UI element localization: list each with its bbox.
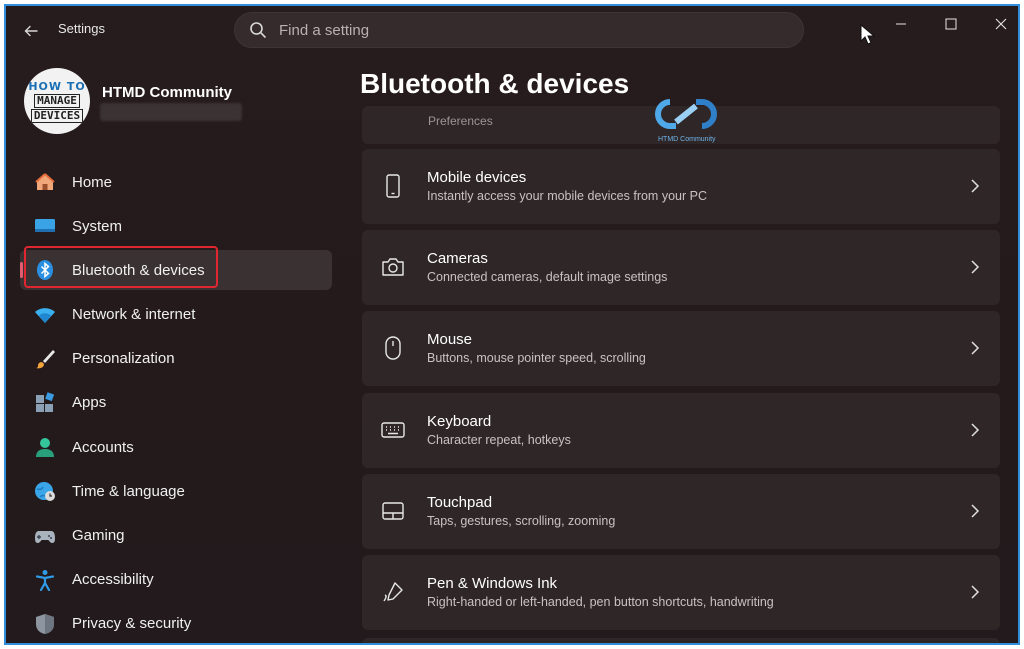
card-mobile-devices[interactable]: Mobile devices Instantly access your mob…	[362, 149, 1000, 224]
back-arrow-icon	[24, 25, 38, 37]
sidebar-item-label: Privacy & security	[72, 615, 192, 633]
chevron-right-icon	[971, 423, 980, 437]
settings-window: Settings HOW TO MANAGE DEVICES HTMD Comm…	[6, 6, 1018, 643]
sidebar-item-system[interactable]: System	[20, 206, 332, 246]
home-icon	[34, 171, 56, 193]
pen-icon	[380, 579, 406, 605]
brush-icon	[34, 348, 56, 370]
maximize-button[interactable]	[928, 10, 974, 38]
card-title: Keyboard	[427, 412, 492, 430]
person-icon	[34, 436, 56, 458]
avatar-logo-line: MANAGE	[34, 93, 80, 108]
mouse-cursor-icon	[860, 24, 876, 45]
sidebar-item-label: Network & internet	[72, 306, 196, 324]
htmd-logo-icon	[655, 99, 717, 129]
card-subtitle: Character repeat, hotkeys	[427, 432, 571, 447]
card-keyboard[interactable]: Keyboard Character repeat, hotkeys	[362, 392, 1000, 468]
sidebar-item-label: Accounts	[72, 438, 134, 456]
search-box[interactable]	[234, 12, 804, 48]
sidebar-item-label: Home	[72, 173, 113, 191]
sidebar-item-gaming[interactable]: Gaming	[20, 516, 332, 556]
apps-icon	[34, 392, 56, 414]
sidebar-item-time-language[interactable]: Time & language	[20, 471, 332, 511]
card-title: Touchpad	[427, 493, 493, 511]
chevron-right-icon	[971, 504, 980, 518]
device-category-list: Mobile devices Instantly access your mob…	[362, 149, 1000, 636]
search-input[interactable]	[279, 21, 759, 39]
avatar-logo-line: HOW TO	[28, 79, 86, 93]
chevron-right-icon	[971, 341, 980, 355]
monitor-icon	[34, 215, 56, 237]
profile-name: HTMD Community	[102, 84, 232, 101]
screenshot-frame: Settings HOW TO MANAGE DEVICES HTMD Comm…	[4, 4, 1020, 645]
sidebar-item-label: Accessibility	[72, 571, 154, 589]
close-button[interactable]	[978, 10, 1018, 38]
camera-icon	[380, 254, 406, 280]
card-title: Pen & Windows Ink	[427, 574, 558, 592]
sidebar-item-home[interactable]: Home	[20, 162, 332, 202]
globe-clock-icon	[34, 480, 56, 502]
maximize-icon	[945, 18, 957, 30]
sidebar-item-apps[interactable]: Apps	[20, 383, 332, 423]
mouse-icon	[380, 335, 406, 361]
avatar[interactable]: HOW TO MANAGE DEVICES	[24, 68, 90, 134]
card-subtitle: Instantly access your mobile devices fro…	[427, 189, 707, 203]
title-bar: Settings	[6, 6, 1018, 54]
sidebar-item-label: Apps	[72, 394, 107, 412]
minimize-button[interactable]	[878, 10, 924, 38]
card-subtitle: Connected cameras, default image setting…	[427, 270, 668, 285]
chevron-right-icon	[971, 179, 980, 193]
card-title: Mouse	[427, 331, 473, 349]
gamepad-icon	[34, 525, 56, 547]
card-pen-windows-ink[interactable]: Pen & Windows Ink Right-handed or left-h…	[362, 554, 1000, 630]
card-mouse[interactable]: Mouse Buttons, mouse pointer speed, scro…	[362, 311, 1000, 387]
sidebar-item-label: Time & language	[72, 482, 185, 500]
card-subtitle: Right-handed or left-handed, pen button …	[427, 594, 774, 609]
next-card-partial[interactable]	[362, 638, 1000, 643]
touchpad-icon	[380, 498, 406, 524]
wifi-icon	[34, 304, 56, 326]
card-title: Cameras	[427, 250, 488, 268]
sidebar-item-accounts[interactable]: Accounts	[20, 427, 332, 467]
shield-icon	[34, 613, 56, 635]
close-icon	[995, 18, 1007, 30]
htmd-watermark: HTMD Community	[654, 94, 726, 146]
chevron-right-icon	[971, 585, 980, 599]
watermark-text: HTMD Community	[658, 136, 716, 143]
sidebar-item-label: Bluetooth & devices	[72, 261, 205, 279]
card-title: Mobile devices	[427, 169, 527, 186]
sidebar-item-privacy-security[interactable]: Privacy & security	[20, 604, 332, 643]
card-subtitle: Taps, gestures, scrolling, zooming	[427, 513, 616, 528]
card-subtitle: Buttons, mouse pointer speed, scrolling	[427, 351, 646, 366]
profile-email-redacted	[100, 103, 242, 121]
card-touchpad[interactable]: Touchpad Taps, gestures, scrolling, zoom…	[362, 473, 1000, 549]
sidebar-nav: Home System Bluetooth & devices Network …	[20, 162, 332, 643]
search-icon	[250, 22, 266, 38]
sidebar-item-label: Gaming	[72, 527, 125, 544]
avatar-logo-line: DEVICES	[30, 108, 84, 123]
keyboard-icon	[380, 417, 406, 443]
card-title-partial: Preferences	[428, 114, 493, 128]
minimize-icon	[896, 23, 906, 25]
card-cameras[interactable]: Cameras Connected cameras, default image…	[362, 230, 1000, 306]
sidebar-item-network-internet[interactable]: Network & internet	[20, 295, 332, 335]
accessibility-icon	[34, 569, 56, 591]
sidebar-item-label: Personalization	[72, 350, 175, 368]
back-button[interactable]	[16, 16, 46, 46]
bluetooth-icon	[34, 259, 56, 281]
app-title: Settings	[58, 21, 105, 36]
sidebar-item-accessibility[interactable]: Accessibility	[20, 560, 332, 600]
phone-icon	[380, 173, 406, 199]
chevron-right-icon	[971, 260, 980, 274]
sidebar-item-personalization[interactable]: Personalization	[20, 339, 332, 379]
sidebar-item-label: System	[72, 217, 123, 235]
page-title: Bluetooth & devices	[360, 68, 630, 99]
sidebar-item-bluetooth-devices[interactable]: Bluetooth & devices	[20, 250, 332, 291]
